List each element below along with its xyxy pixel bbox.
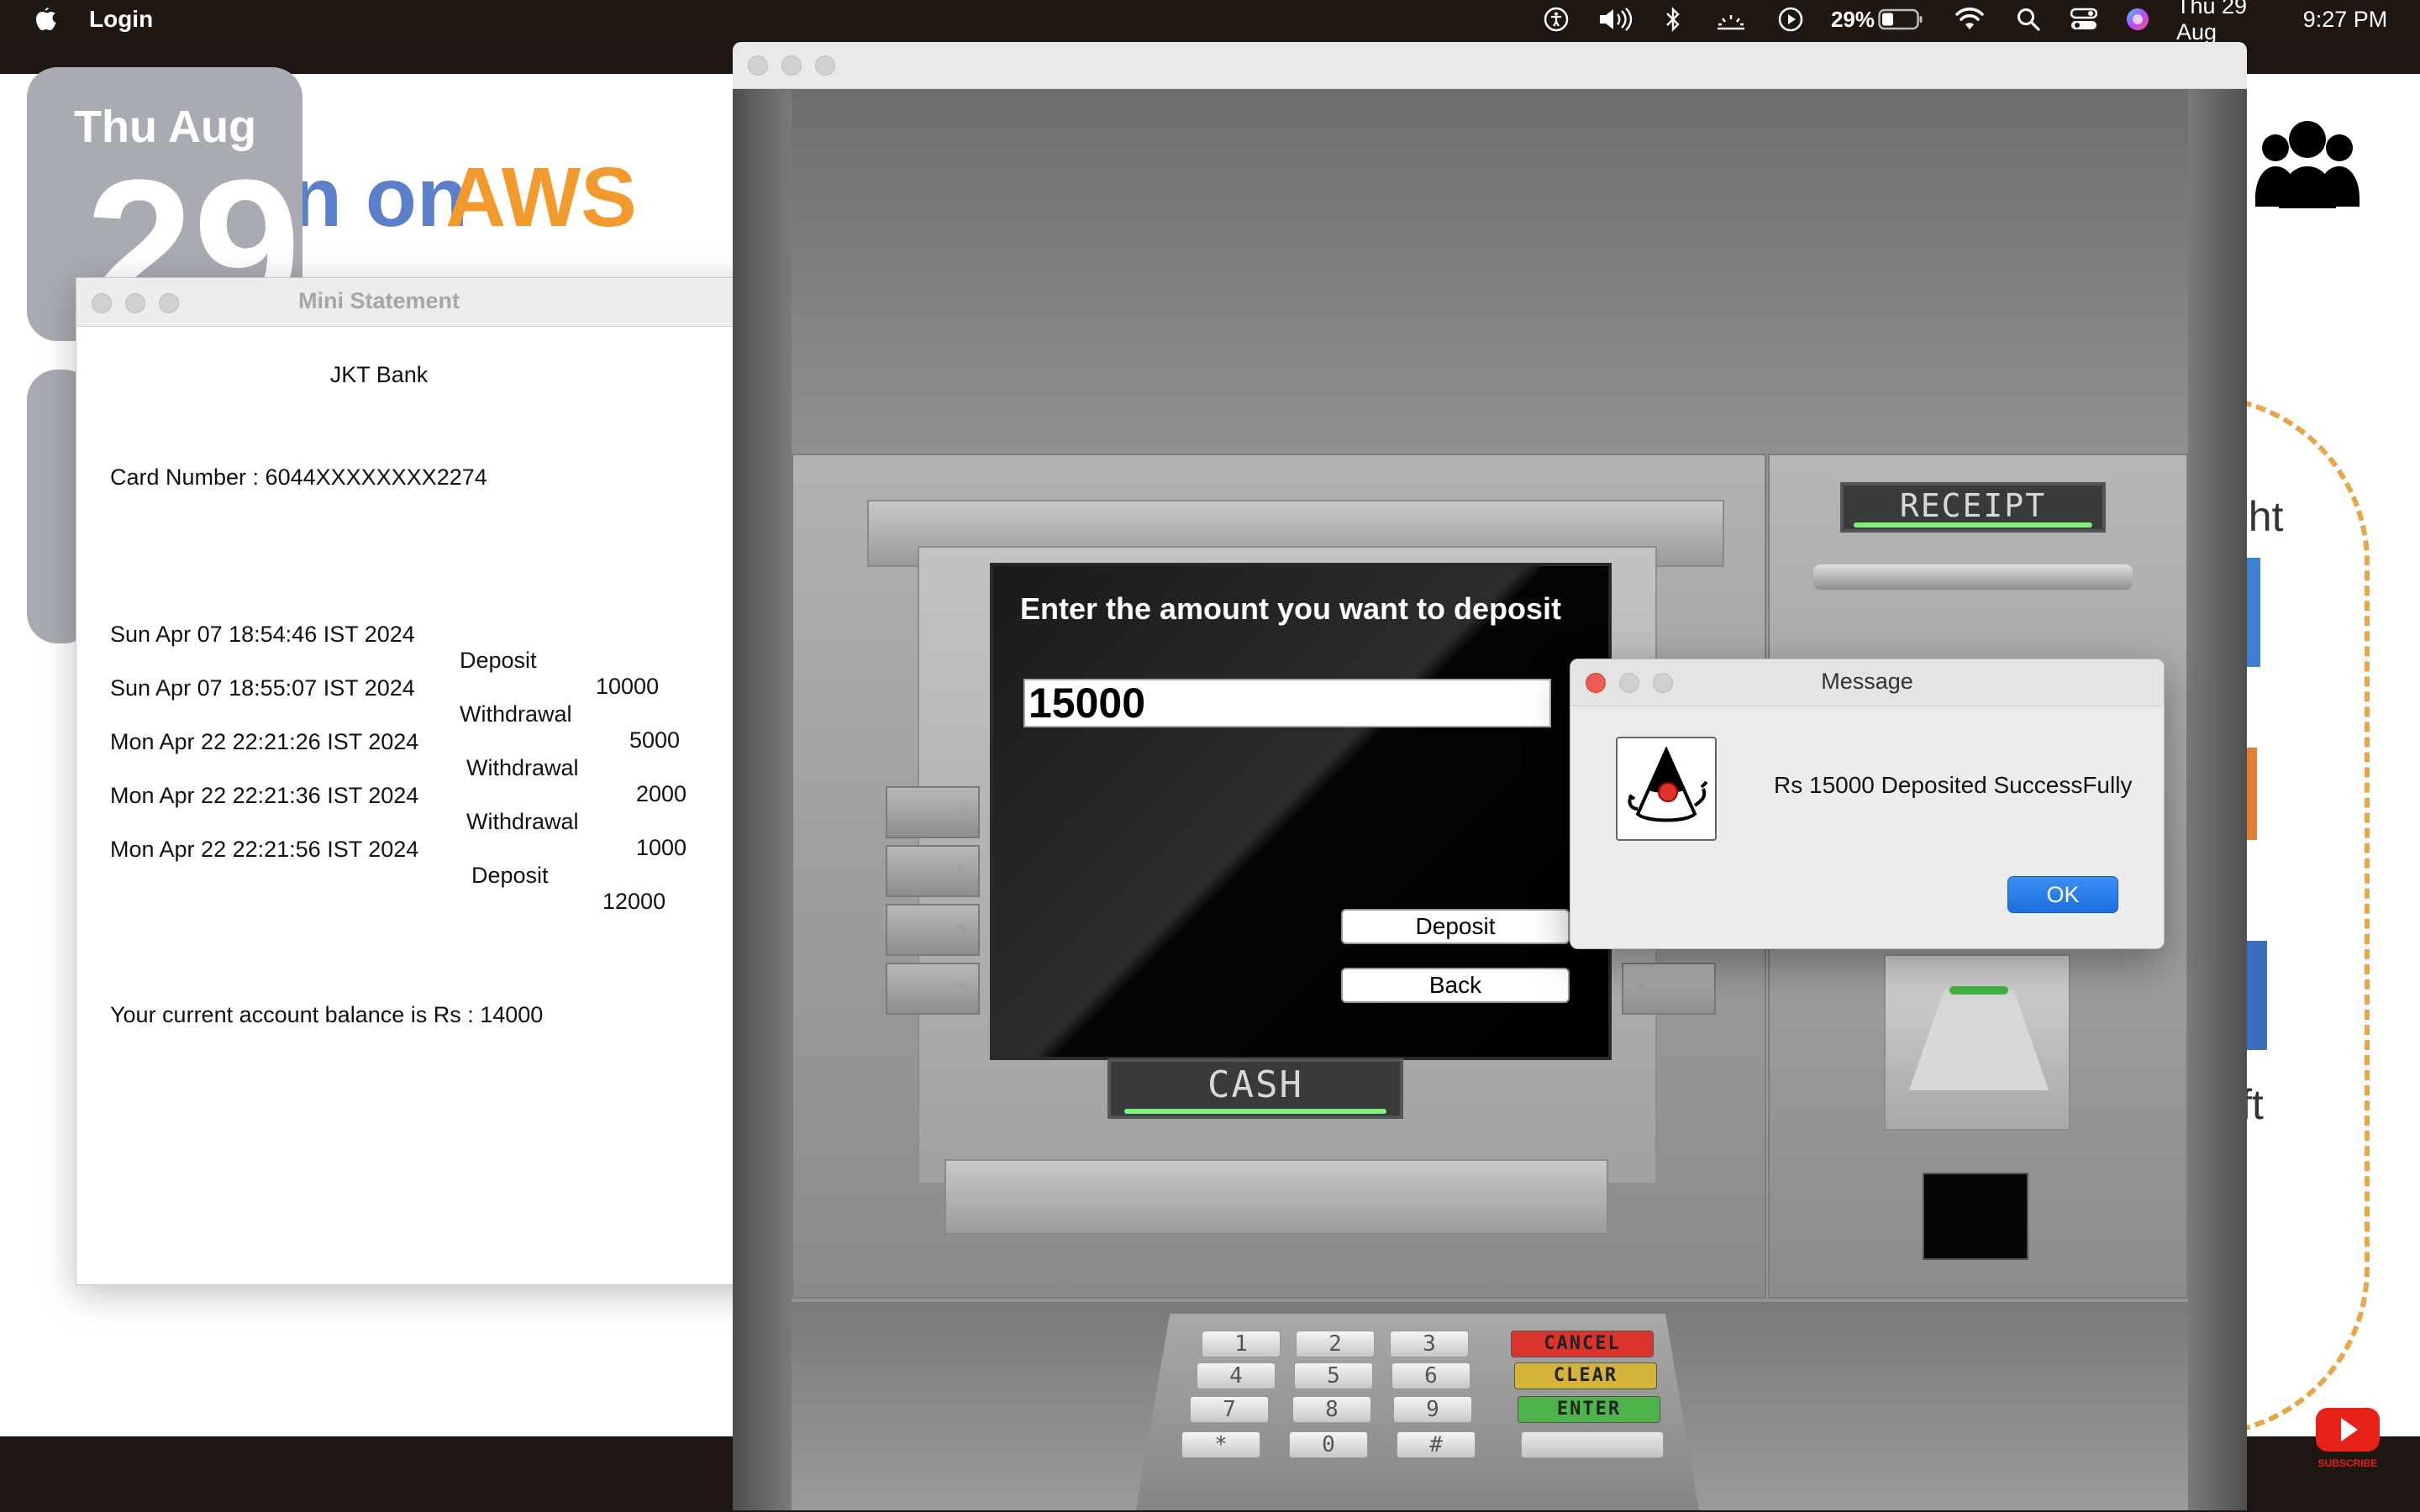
transaction-row: Mon Apr 22 22:21:56 IST 2024 Deposit 120… xyxy=(110,811,666,941)
back-button[interactable]: Back xyxy=(1341,968,1570,1003)
screen-left-arrow-button: › xyxy=(886,786,980,838)
transaction-date: Mon Apr 22 22:21:36 IST 2024 xyxy=(110,783,419,808)
menubar-time[interactable]: 9:27 PM xyxy=(2296,5,2395,34)
volume-icon[interactable] xyxy=(1597,5,1634,34)
ok-button[interactable]: OK xyxy=(2007,876,2118,913)
menu-bar: Login 29% Thu 29 Aug 9:27 PM xyxy=(0,0,2420,45)
receipt-indicator-light xyxy=(1854,522,2092,528)
brightness-icon[interactable] xyxy=(1714,5,1748,34)
keypad-key-2: 2 xyxy=(1296,1331,1375,1357)
transaction-type: Withdrawal xyxy=(460,701,572,727)
account-balance: Your current account balance is Rs : 140… xyxy=(110,1002,544,1027)
cash-indicator-light xyxy=(1124,1109,1386,1114)
cash-dispenser-slot xyxy=(944,1159,1608,1235)
enter-key: ENTER xyxy=(1518,1396,1660,1423)
message-dialog: Message Rs 15000 Deposited SuccessFully … xyxy=(1570,659,2165,949)
battery-icon[interactable] xyxy=(1877,5,1924,34)
camera-window xyxy=(1923,1173,2028,1260)
window-titlebar[interactable]: Mini Statement xyxy=(76,278,764,327)
screen-right-arrow-button: ‹ xyxy=(1622,963,1716,1015)
screen-left-arrow-button: › xyxy=(886,845,980,897)
keypad-key-9: 9 xyxy=(1393,1396,1472,1423)
keypad-key-8: 8 xyxy=(1292,1396,1371,1423)
accessibility-icon[interactable] xyxy=(1541,5,1571,34)
dialog-title: Message xyxy=(1821,669,1913,694)
transaction-amount: 2000 xyxy=(636,781,687,806)
transaction-amount: 12000 xyxy=(602,889,666,914)
blank-key xyxy=(1521,1431,1664,1458)
control-center-icon[interactable] xyxy=(2069,5,2099,34)
transaction-amount: 5000 xyxy=(629,727,681,753)
bank-name: JKT Bank xyxy=(329,362,429,387)
screen-left-arrow-button: › xyxy=(886,963,980,1015)
youtube-subscribe-icon[interactable]: SUBSCRIBE xyxy=(2314,1404,2381,1472)
bluetooth-icon[interactable] xyxy=(1662,5,1684,34)
deposit-button[interactable]: Deposit xyxy=(1341,909,1570,944)
atm-left-wall xyxy=(733,89,792,1510)
transaction-date: Sun Apr 07 18:55:07 IST 2024 xyxy=(110,675,415,701)
transaction-type: Withdrawal xyxy=(466,809,579,834)
card-slot xyxy=(1909,990,2049,1090)
keypad-key-1: 1 xyxy=(1202,1331,1281,1357)
atm-right-wall xyxy=(2188,89,2247,1510)
spotlight-search-icon[interactable] xyxy=(2015,5,2042,34)
deposit-prompt: Enter the amount you want to deposit xyxy=(1020,591,1562,626)
receipt-slot xyxy=(1813,564,2133,590)
svg-text:SUBSCRIBE: SUBSCRIBE xyxy=(2318,1457,2378,1469)
keypad-key-7: 7 xyxy=(1190,1396,1269,1423)
card-reader xyxy=(1884,954,2070,1131)
transaction-date: Mon Apr 22 22:21:26 IST 2024 xyxy=(110,729,419,754)
transaction-amount: 1000 xyxy=(636,835,687,860)
clear-key: CLEAR xyxy=(1514,1362,1657,1389)
screen-left-arrow-button: › xyxy=(886,904,980,956)
battery-percent: 29% xyxy=(1830,6,1876,32)
background-aws-logo-text: AWS xyxy=(445,150,637,244)
minimize-icon[interactable] xyxy=(781,55,802,76)
keypad-key-star: * xyxy=(1181,1431,1260,1458)
menubar-date[interactable]: Thu 29 Aug xyxy=(2176,0,2282,45)
transaction-date: Mon Apr 22 22:21:56 IST 2024 xyxy=(110,837,419,862)
mini-statement-window: Mini Statement JKT Bank Card Number : 60… xyxy=(76,277,765,1285)
menu-app-name[interactable]: Login xyxy=(89,6,153,33)
wifi-icon[interactable] xyxy=(1953,5,1986,34)
people-icon xyxy=(2255,114,2360,216)
card-number: Card Number : 6044XXXXXXXX2274 xyxy=(110,465,487,490)
keypad-key-0: 0 xyxy=(1289,1431,1368,1458)
card-reader-light xyxy=(1949,986,2008,995)
window-titlebar[interactable] xyxy=(733,42,2247,89)
siri-icon[interactable] xyxy=(2123,5,2153,34)
transaction-date: Sun Apr 07 18:54:46 IST 2024 xyxy=(110,622,415,647)
keypad-key-4: 4 xyxy=(1197,1362,1276,1389)
transaction-amount: 10000 xyxy=(596,674,660,699)
keypad-key-3: 3 xyxy=(1390,1331,1469,1357)
background-slide-text: n on xyxy=(291,150,469,244)
window-title: Mini Statement xyxy=(297,288,460,313)
keypad-key-6: 6 xyxy=(1392,1362,1470,1389)
cancel-key: CANCEL xyxy=(1511,1331,1654,1357)
keypad-key-hash: # xyxy=(1397,1431,1476,1458)
keypad-key-5: 5 xyxy=(1294,1362,1373,1389)
transaction-type: Deposit xyxy=(460,648,537,673)
zoom-icon[interactable] xyxy=(815,55,835,76)
close-icon[interactable] xyxy=(748,55,768,76)
deposit-amount-input[interactable]: 15000 xyxy=(1023,679,1551,727)
transaction-type: Withdrawal xyxy=(466,755,579,780)
dialog-titlebar[interactable]: Message xyxy=(1570,659,2164,706)
java-duke-icon xyxy=(1616,737,1717,841)
transaction-type: Deposit xyxy=(471,863,549,888)
now-playing-icon[interactable] xyxy=(1776,5,1805,34)
apple-icon[interactable] xyxy=(32,7,60,34)
dialog-message: Rs 15000 Deposited SuccessFully xyxy=(1774,772,2133,798)
